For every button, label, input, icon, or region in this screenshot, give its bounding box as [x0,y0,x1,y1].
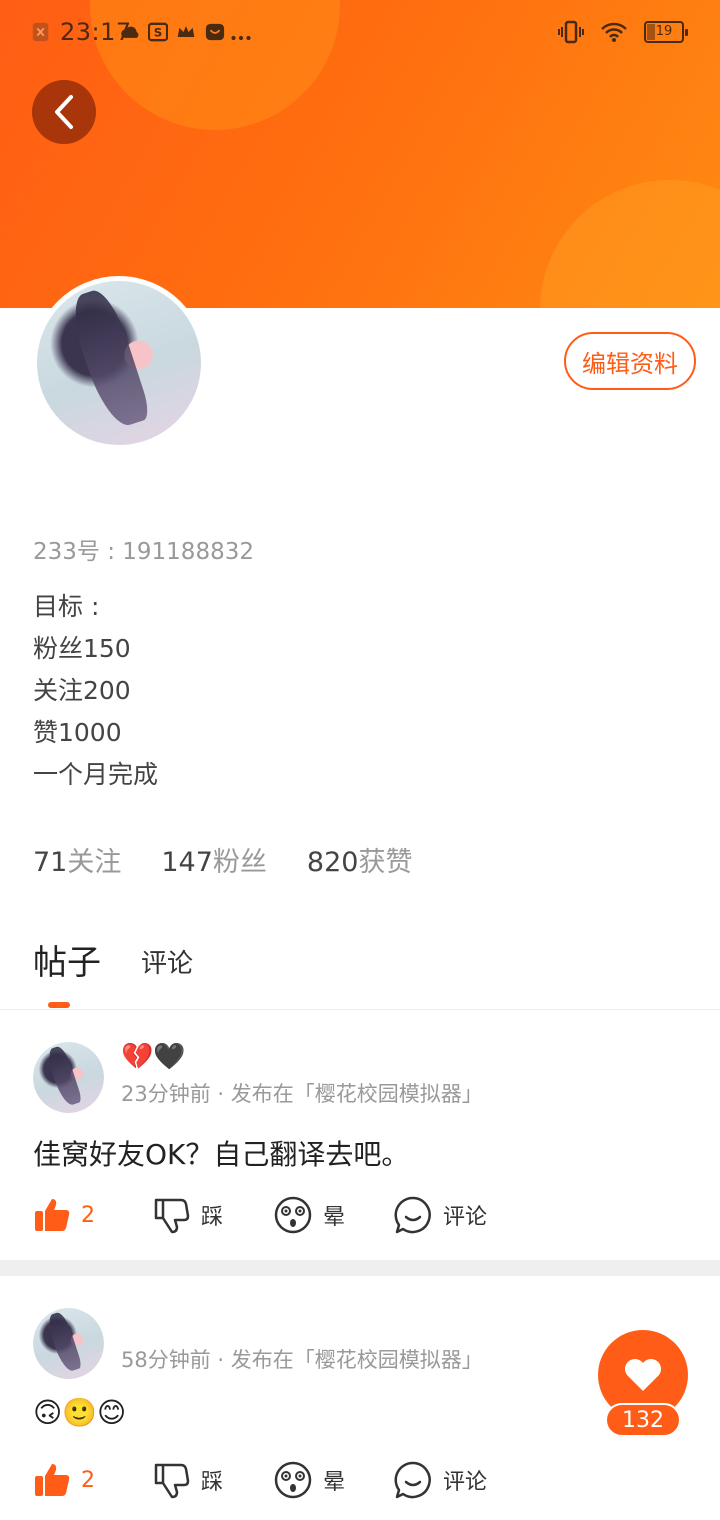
dizzy-face-icon [274,1196,312,1234]
battery-fill [647,24,655,40]
post-author-emoji: 💔🖤 [121,1042,186,1072]
more-dots-icon [231,35,251,41]
stat-label: 关注 [67,847,122,878]
comment-button[interactable]: 评论 [393,1460,513,1500]
edit-profile-button[interactable]: 编辑资料 [564,332,696,390]
profile-stats: 71关注 147粉丝 820获赞 [33,840,412,879]
stat-label: 获赞 [358,847,413,878]
like-count: 2 [81,1202,95,1228]
post-actions: 2 踩 晕 评论 [33,1195,513,1235]
dislike-label: 踩 [201,1470,224,1495]
post-avatar[interactable] [33,1308,104,1379]
dizzy-label: 晕 [323,1470,346,1495]
avatar-image [33,1042,104,1113]
comment-label: 评论 [443,1205,488,1230]
bio-line: 一个月完成 [33,760,159,789]
dizzy-button[interactable]: 晕 [273,1460,393,1500]
stat-label: 粉丝 [212,847,267,878]
bio-line: 粉丝150 [33,634,131,663]
stat-number: 147 [161,847,213,878]
dizzy-face-icon [274,1461,312,1499]
dizzy-button[interactable]: 晕 [273,1195,393,1235]
divider [0,1009,720,1010]
avatar-image [33,1308,104,1379]
chevron-left-icon [55,95,73,129]
post-separator [0,1260,720,1276]
profile-tabs: 帖子 评论 [33,935,193,984]
fab-like-count: 132 [605,1403,681,1437]
vibrate-icon [558,20,584,44]
dislike-button[interactable]: 踩 [153,1196,273,1234]
post-actions: 2 踩 晕 评论 [33,1460,513,1500]
status-right-group: 19 [558,20,688,44]
cloud-icon [121,26,139,38]
comment-label: 评论 [443,1470,488,1495]
post-avatar[interactable] [33,1042,104,1113]
dislike-button[interactable]: 踩 [153,1461,273,1499]
active-tab-indicator [48,1002,70,1008]
wifi-icon [601,22,627,42]
battery-level: 19 [655,24,673,39]
status-bar: 23:17 S 19 [0,0,720,64]
stat-number: 820 [306,847,359,878]
back-button[interactable] [32,80,96,144]
s-app-icon: S [148,22,168,42]
like-count: 2 [81,1467,95,1493]
stat-following[interactable]: 71关注 [33,840,121,879]
tab-comments[interactable]: 评论 [141,943,193,984]
dizzy-label: 晕 [323,1205,346,1230]
stat-likes[interactable]: 820获赞 [307,840,413,879]
header-decor-circle [540,180,720,308]
bio-line: 赞1000 [33,718,122,747]
dislike-label: 踩 [201,1205,224,1230]
tab-posts[interactable]: 帖子 [33,935,101,984]
thumbs-up-icon [35,1199,70,1231]
avatar-image [37,281,201,445]
comment-bubble-icon [394,1196,431,1234]
profile-bio: 目标 : 粉丝150 关注200 赞1000 一个月完成 [33,586,158,796]
heart-icon [625,1359,661,1391]
user-id: 233号 : 191188832 [33,539,254,565]
thumbs-up-icon [35,1464,70,1496]
thumbs-down-icon [154,1198,190,1234]
post-text: 🙃🙂😊 [33,1396,127,1429]
profile-avatar[interactable] [32,276,206,450]
post-meta: 23分钟前 · 发布在「樱花校园模拟器」 [121,1082,483,1106]
like-button[interactable]: 2 [33,1197,153,1233]
post-meta: 58分钟前 · 发布在「樱花校园模拟器」 [121,1348,483,1372]
stat-number: 71 [33,847,68,878]
comment-bubble-icon [394,1461,431,1499]
sim-icon [32,22,49,42]
thumbs-down-icon [154,1463,190,1499]
stat-followers[interactable]: 147粉丝 [161,840,267,879]
bio-line: 目标 : [33,592,100,621]
comment-button[interactable]: 评论 [393,1195,513,1235]
like-button[interactable]: 2 [33,1462,153,1498]
app-icon [205,23,225,41]
battery-icon: 19 [644,21,688,43]
svg-text:S: S [154,26,163,40]
post-text: 佳窝好友OK？自己翻译去吧。 [33,1138,410,1171]
crown-icon [177,26,195,37]
bio-line: 关注200 [33,676,131,705]
